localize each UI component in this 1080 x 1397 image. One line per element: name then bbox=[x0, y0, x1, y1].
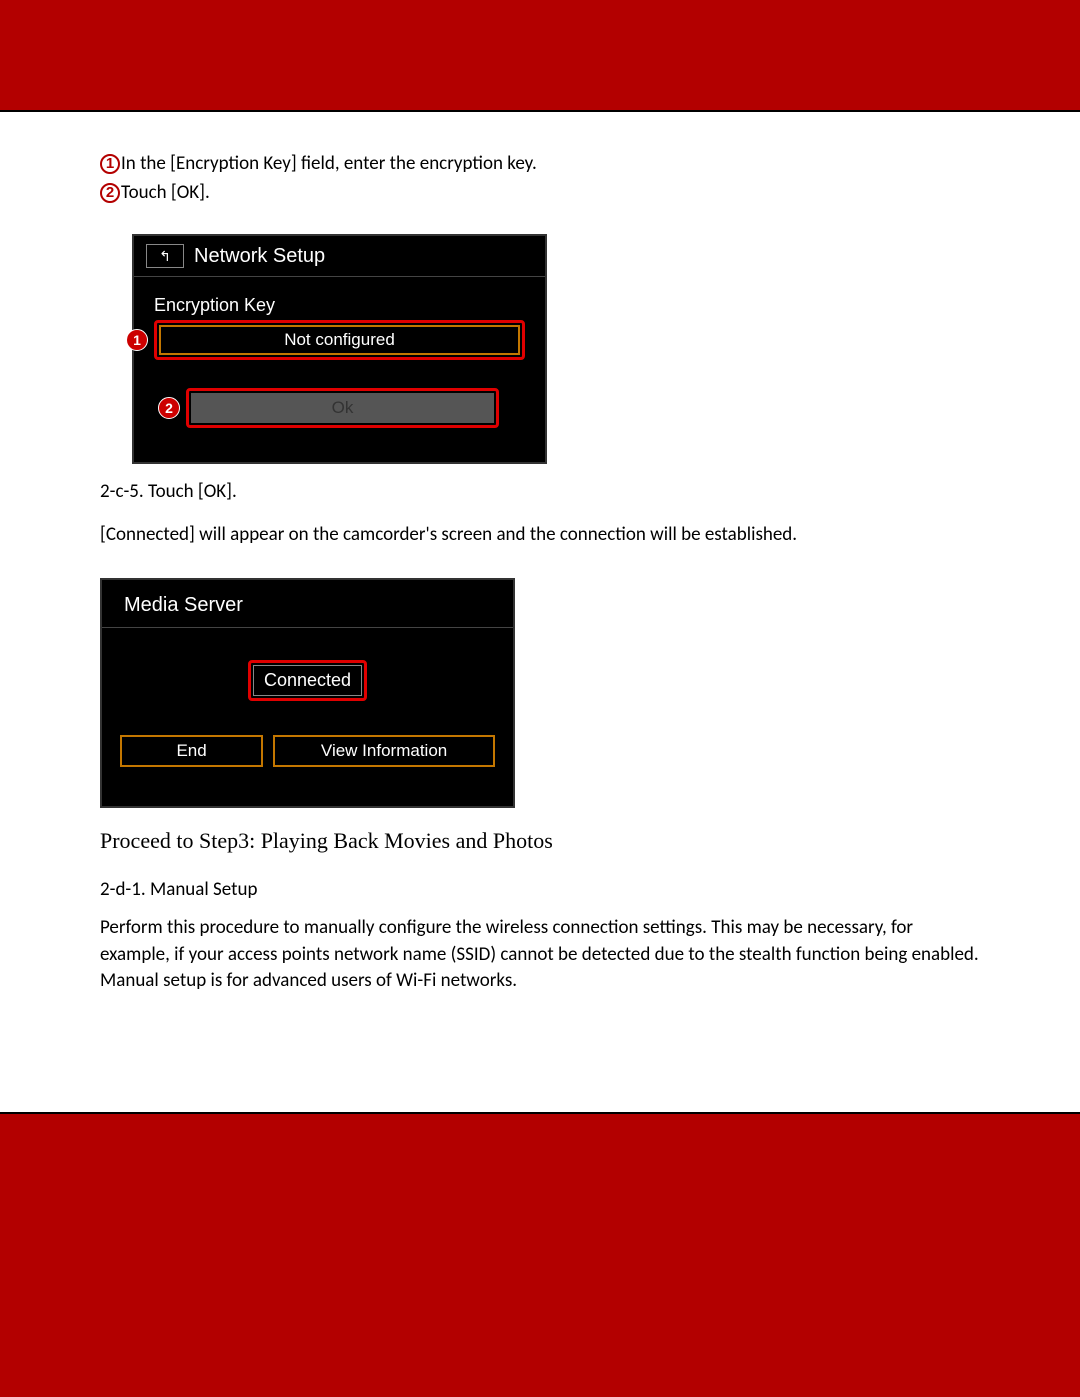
encryption-key-row: 1 Not configured bbox=[154, 320, 525, 360]
callout-2-badge: 2 bbox=[158, 397, 180, 419]
proceed-heading: Proceed to Step3: Playing Back Movies an… bbox=[100, 828, 980, 854]
back-arrow-icon: ↰ bbox=[159, 248, 171, 265]
step-2-text: Touch [OK]. bbox=[121, 181, 210, 204]
circled-2-icon: 2 bbox=[100, 183, 120, 203]
media-server-screen: Media Server Connected End View Informat… bbox=[100, 578, 515, 808]
end-button[interactable]: End bbox=[120, 735, 263, 767]
encryption-key-label: Encryption Key bbox=[154, 295, 525, 316]
footer-bar bbox=[0, 1112, 1080, 1222]
view-information-button[interactable]: View Information bbox=[273, 735, 495, 767]
back-button[interactable]: ↰ bbox=[146, 244, 184, 268]
ok-row: 2 Ok bbox=[154, 388, 525, 428]
connected-wrap: Connected bbox=[102, 660, 513, 701]
encryption-key-highlight: Not configured bbox=[154, 320, 525, 360]
titlebar: ↰ Network Setup bbox=[134, 236, 545, 277]
text-2c5: 2-c-5. Touch [OK]. bbox=[100, 479, 980, 506]
text-connected-desc: [Connected] will appear on the camcorder… bbox=[100, 522, 980, 549]
bottom-buttons: End View Information bbox=[102, 735, 513, 781]
section-2d1-title: 2-d-1. Manual Setup bbox=[100, 878, 980, 901]
section-2d1-body: Perform this procedure to manually confi… bbox=[100, 915, 980, 995]
screen-body: Encryption Key 1 Not configured 2 Ok bbox=[134, 277, 545, 474]
circled-1-icon: 1 bbox=[100, 154, 120, 174]
page: 1 In the [Encryption Key] field, enter t… bbox=[0, 0, 1080, 1222]
encryption-key-field[interactable]: Not configured bbox=[159, 325, 520, 355]
network-setup-screen: ↰ Network Setup Encryption Key 1 Not con… bbox=[132, 234, 547, 464]
step-1-line: 1 In the [Encryption Key] field, enter t… bbox=[100, 152, 980, 175]
step-2-line: 2 Touch [OK]. bbox=[100, 181, 980, 204]
screen-title: Network Setup bbox=[194, 245, 325, 268]
step-1-text: In the [Encryption Key] field, enter the… bbox=[121, 152, 537, 175]
header-bar bbox=[0, 0, 1080, 112]
connected-status: Connected bbox=[253, 665, 362, 696]
media-server-title: Media Server bbox=[102, 580, 513, 628]
callout-1-badge: 1 bbox=[126, 329, 148, 351]
ok-button[interactable]: Ok bbox=[191, 393, 494, 423]
ok-highlight: Ok bbox=[186, 388, 499, 428]
content-area: 1 In the [Encryption Key] field, enter t… bbox=[0, 112, 1080, 1112]
connected-highlight: Connected bbox=[248, 660, 367, 701]
